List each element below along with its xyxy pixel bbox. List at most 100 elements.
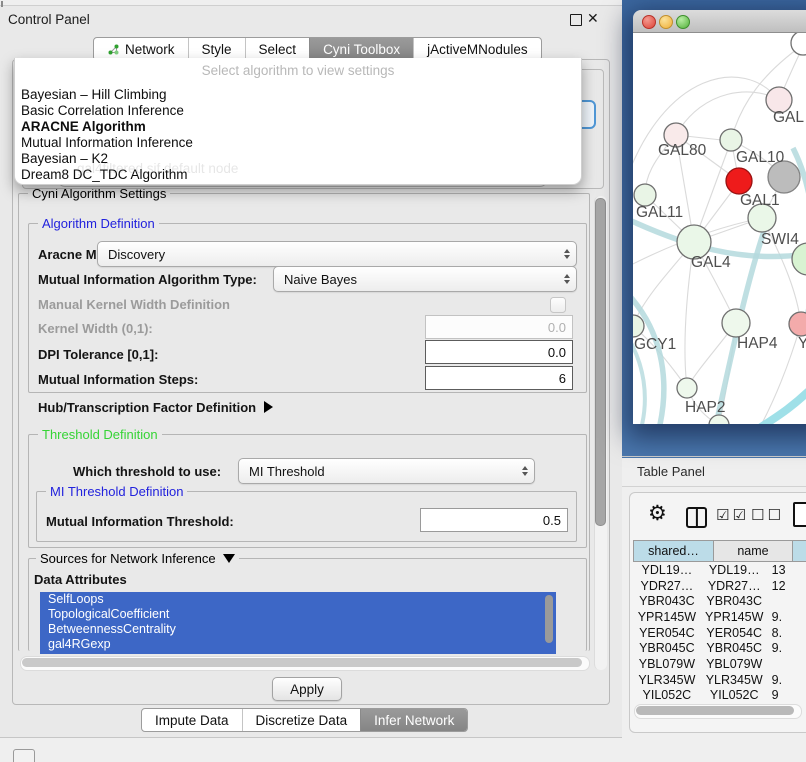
network-node-hap4[interactable] [722,309,750,337]
unchecked-icon: ☐ [751,507,767,524]
select-all-checkboxes-icon[interactable]: ☑☑ [716,506,749,524]
dropdown-item-aracne[interactable]: ARACNE Algorithm [21,119,146,135]
settings-horizontal-scrollbar-thumb[interactable] [22,658,582,667]
bottom-tab-bar: Impute Data Discretize Data Infer Networ… [141,708,468,732]
cell: YBR043C [701,594,768,608]
network-canvas[interactable]: GAL GAL80 GAL10 GAL1 SWI4 GAL11 GAL4 GCY… [633,33,806,424]
network-node-hap2[interactable] [677,378,697,398]
tab-select[interactable]: Select [245,38,310,60]
divider [622,456,806,457]
kernel-width-field[interactable]: 0.0 [425,315,573,339]
sources-collapse-header[interactable]: Sources for Network Inference [36,551,239,566]
which-threshold-value: MI Threshold [249,464,325,479]
node-label: GAL [773,109,804,126]
dropdown-item-basic-correlation[interactable]: Basic Correlation Inference [21,103,184,119]
table-settings-gear-icon[interactable]: ⚙ [648,503,667,524]
tab-label: Select [259,42,297,57]
spinner-arrows-icon [522,466,528,476]
control-panel-window: Control Panel ✕ Network Style Select Cyn… [0,5,622,738]
column-header-name[interactable]: name [714,540,793,562]
tab-cyni-toolbox[interactable]: Cyni Toolbox [309,38,413,60]
control-panel-title: Control Panel [8,12,90,27]
deselect-all-checkboxes-icon[interactable]: ☐☐ [751,506,784,524]
table-row[interactable]: YPR145WYPR145W9. [633,609,806,625]
close-traffic-light-icon[interactable] [642,15,656,29]
network-node-gal10[interactable] [720,129,742,151]
network-node-gal1[interactable] [726,168,752,194]
mi-threshold-definition-title: MI Threshold Definition [46,484,187,499]
table-row[interactable]: YBR043CYBR043C [633,593,806,609]
table-horizontal-scrollbar-thumb[interactable] [636,706,794,715]
column-header-extra[interactable] [793,540,806,562]
table-row[interactable]: YDR27…YDR27…12 [633,578,806,594]
table-row[interactable]: YDL19…YDL19…13 [633,562,806,578]
tab-label: Cyni Toolbox [323,42,400,57]
tab-style[interactable]: Style [188,38,245,60]
table-row[interactable]: YIL052CYIL052C9 [633,688,806,704]
float-window-icon[interactable] [570,14,582,26]
table-row[interactable]: YER054CYER054C8. [633,625,806,641]
aracne-mode-combobox[interactable]: Discovery [97,241,577,267]
column-header-shared-name[interactable]: shared… [633,540,714,562]
network-node[interactable] [709,415,729,424]
tab-impute-data[interactable]: Impute Data [142,709,242,731]
unchecked-icon: ☐ [767,507,783,524]
which-threshold-label: Which threshold to use: [73,464,221,479]
table-rows: YDL19…YDL19…13 YDR27…YDR27…12 YBR043CYBR… [633,562,806,703]
zoom-traffic-light-icon[interactable] [676,15,690,29]
export-table-icon[interactable] [793,502,806,527]
tab-label: Impute Data [155,713,229,728]
list-scrollbar-thumb[interactable] [545,595,553,643]
network-node-y[interactable] [789,312,806,336]
dropdown-item-mutual-information[interactable]: Mutual Information Inference [21,135,193,151]
tab-label: Network [125,42,175,57]
mi-type-combobox[interactable]: Naive Bayes [273,266,577,292]
table-row[interactable]: YLR345WYLR345W9. [633,672,806,688]
which-threshold-combobox[interactable]: MI Threshold [238,458,535,484]
cell: 8. [768,626,806,640]
dpi-tolerance-field[interactable]: 0.0 [425,340,573,364]
mi-threshold-value: 0.5 [543,513,561,528]
hub-definition-expander[interactable]: Hub/Transcription Factor Definition [38,399,273,417]
table-row[interactable]: YBL079WYBL079W [633,656,806,672]
tab-jactivemnodules[interactable]: jActiveMNodules [413,38,541,60]
column-layout-icon[interactable] [686,507,707,528]
mi-type-value: Naive Bayes [284,272,357,287]
cell: YDR27… [701,579,768,593]
node-label: GAL1 [740,192,780,209]
cell: YDL19… [701,563,768,577]
tab-label: Style [202,42,232,57]
list-item[interactable]: BetweennessCentrality [40,622,556,637]
list-item[interactable]: SelfLoops [40,592,556,607]
collapsed-panel-button[interactable] [13,749,35,762]
settings-vertical-scrollbar-thumb[interactable] [595,198,606,526]
mi-steps-field[interactable]: 6 [425,366,573,390]
collapse-down-icon [223,554,235,563]
tab-discretize-data[interactable]: Discretize Data [242,709,361,731]
tab-label: jActiveMNodules [427,42,528,57]
cell: YDL19… [633,563,701,577]
apply-button[interactable]: Apply [272,677,342,701]
node-label: GAL80 [658,142,707,159]
tab-infer-network[interactable]: Infer Network [360,709,467,731]
minimize-traffic-light-icon[interactable] [659,15,673,29]
cell: YPR145W [701,610,768,624]
aracne-mode-value: Discovery [108,247,165,262]
spinner-arrows-icon [564,249,570,259]
algorithm-dropdown-popup: Select algorithm to view settings Bayesi… [14,58,582,185]
close-window-icon[interactable]: ✕ [587,10,599,27]
tab-network[interactable]: Network [94,38,188,60]
network-node-gal11[interactable] [634,184,656,206]
list-item[interactable]: TopologicalCoefficient [40,607,556,622]
node-label: SWI4 [761,231,799,248]
network-window-titlebar[interactable] [633,10,806,33]
dropdown-item-bayesian-hill-climbing[interactable]: Bayesian – Hill Climbing [21,87,167,103]
table-row[interactable]: YBR045CYBR045C9. [633,640,806,656]
manual-kernel-checkbox[interactable] [550,297,566,313]
cell: 13 [768,563,806,577]
apply-label: Apply [290,682,324,697]
mi-steps-value: 6 [559,371,566,386]
mi-threshold-field[interactable]: 0.5 [420,508,568,532]
cell: YLR345W [701,673,768,687]
list-item[interactable]: gal4RGexp [40,637,556,652]
